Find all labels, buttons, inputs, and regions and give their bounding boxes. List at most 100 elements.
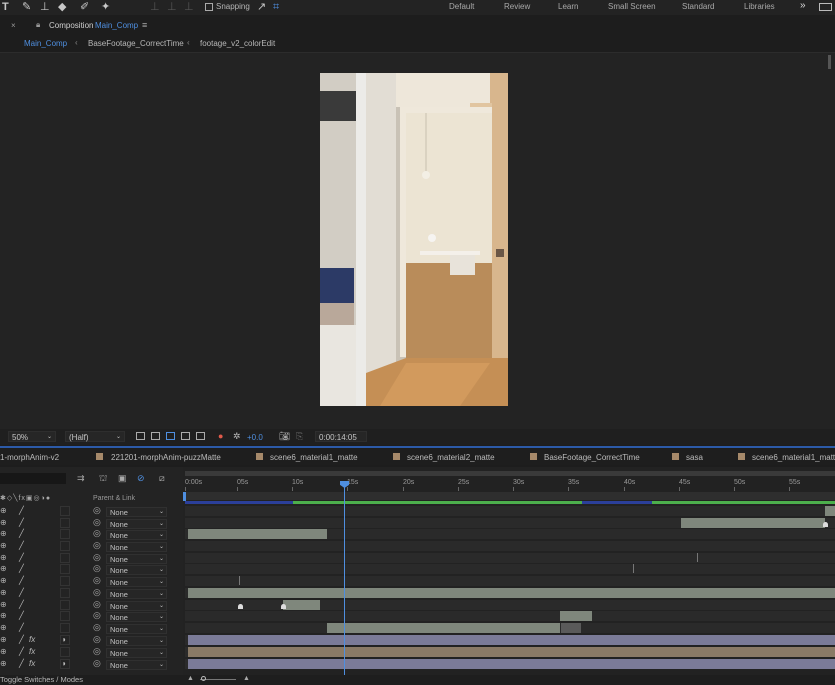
layer-row[interactable]: ⊕ ╱ ◎ None ⌄: [0, 540, 183, 553]
switch-cell[interactable]: [60, 659, 70, 669]
keyframe-marker[interactable]: [281, 604, 286, 609]
parent-dropdown[interactable]: None ⌄: [106, 542, 167, 552]
quality-slash-icon[interactable]: ╱: [19, 588, 24, 597]
quality-slash-icon[interactable]: ╱: [19, 541, 24, 550]
switch-cell[interactable]: [60, 564, 70, 574]
parent-dropdown[interactable]: None ⌄: [106, 554, 167, 564]
workspace-review[interactable]: Review: [504, 2, 530, 11]
switch-cell[interactable]: [60, 529, 70, 539]
timeline-zoom-thumb[interactable]: [201, 676, 206, 681]
timeline-tab-basefootage[interactable]: BaseFootage_CorrectTime: [544, 453, 640, 462]
exposure-icon[interactable]: ✲: [233, 431, 241, 442]
breadcrumb-base-footage[interactable]: BaseFootage_CorrectTime: [88, 39, 184, 48]
pick-whip-icon[interactable]: ◎: [93, 599, 101, 610]
panel-menu-icon[interactable]: ≡: [142, 20, 147, 30]
color-channels-icon[interactable]: ●: [218, 431, 223, 441]
shy-toggle-icon[interactable]: ⊕: [0, 623, 7, 632]
layer-duration-bar[interactable]: [188, 659, 835, 669]
quality-slash-icon[interactable]: ╱: [19, 518, 24, 527]
brush-tool-icon[interactable]: ✎: [22, 1, 31, 13]
type-tool-icon[interactable]: T: [2, 1, 9, 13]
parent-dropdown[interactable]: None ⌄: [106, 648, 167, 658]
layer-row[interactable]: ⊕ ╱ ◎ None ⌄: [0, 587, 183, 600]
toggle-switches-modes-button[interactable]: Toggle Switches / Modes: [0, 675, 83, 684]
pick-whip-icon[interactable]: ◎: [93, 646, 101, 657]
shy-toggle-icon[interactable]: ⊕: [0, 564, 7, 573]
switch-cell[interactable]: [60, 541, 70, 551]
layer-duration-bar[interactable]: [188, 635, 835, 645]
switch-cell[interactable]: [60, 635, 70, 645]
quality-slash-icon[interactable]: ╱: [19, 600, 24, 609]
timeline-row[interactable]: [185, 553, 835, 563]
timeline-row[interactable]: [185, 541, 835, 551]
zoom-out-icon[interactable]: ▲: [187, 675, 194, 682]
fast-previews-icon[interactable]: [136, 432, 145, 440]
comp-mini-flowchart-icon[interactable]: ⇉: [77, 473, 85, 484]
snap-option-icon[interactable]: ↗: [257, 1, 266, 13]
guides-icon[interactable]: [196, 432, 205, 440]
parent-dropdown[interactable]: None ⌄: [106, 565, 167, 575]
effects-toggle[interactable]: fx: [29, 659, 35, 668]
pick-whip-icon[interactable]: ◎: [93, 634, 101, 645]
layer-duration-bar[interactable]: [188, 529, 327, 539]
layer-row[interactable]: ⊕ ╱ ◎ None ⌄: [0, 563, 183, 576]
pick-whip-icon[interactable]: ◎: [93, 540, 101, 551]
effects-toggle[interactable]: fx: [29, 647, 35, 656]
timeline-row[interactable]: [185, 611, 835, 621]
layer-row[interactable]: ⊕ ╱ ◎ None ⌄: [0, 505, 183, 518]
layer-duration-bar[interactable]: [327, 623, 560, 633]
shy-toggle-icon[interactable]: ⊕: [0, 529, 7, 538]
transparency-grid-icon[interactable]: [151, 432, 160, 440]
switch-cell[interactable]: [60, 518, 70, 528]
layer-row[interactable]: ⊕ ╱ fx ◑ ◎ None ⌄: [0, 634, 183, 647]
layer-duration-bar[interactable]: [561, 623, 581, 633]
quality-slash-icon[interactable]: ╱: [19, 623, 24, 632]
current-time-display[interactable]: 0:00:14:05: [315, 431, 367, 442]
switch-cell[interactable]: [60, 576, 70, 586]
parent-dropdown[interactable]: None ⌄: [106, 519, 167, 529]
layer-row[interactable]: ⊕ ╱ fx ◑ ◎ None ⌄: [0, 658, 183, 671]
workspace-learn[interactable]: Learn: [558, 2, 578, 11]
timeline-tab-puzzmatte[interactable]: 221201-morphAnim-puzzMatte: [111, 453, 221, 462]
layer-row[interactable]: ⊕ ╱ fx ◎ None ⌄: [0, 646, 183, 659]
quality-slash-icon[interactable]: ╱: [19, 659, 24, 668]
shy-toggle-icon[interactable]: ⊕: [0, 588, 7, 597]
mask-visibility-icon[interactable]: [166, 432, 175, 440]
pick-whip-icon[interactable]: ◎: [93, 517, 101, 528]
zoom-dropdown[interactable]: 50% ⌄: [8, 431, 56, 442]
timeline-tab-material2-matte[interactable]: scene6_material2_matte: [407, 453, 495, 462]
layer-duration-bar[interactable]: [560, 611, 592, 621]
time-navigator-bar[interactable]: [185, 471, 835, 476]
timeline-row[interactable]: [185, 506, 835, 516]
breadcrumb-main-comp[interactable]: Main_Comp: [24, 39, 67, 48]
workspace-libraries[interactable]: Libraries: [744, 2, 775, 11]
effects-toggle[interactable]: fx: [29, 635, 35, 644]
pick-whip-icon[interactable]: ◎: [93, 575, 101, 586]
clone-stamp-tool-icon[interactable]: ⊥: [40, 1, 50, 13]
lock-icon[interactable]: 🔒︎: [36, 20, 40, 30]
quality-slash-icon[interactable]: ╱: [19, 647, 24, 656]
parent-dropdown[interactable]: None ⌄: [106, 601, 167, 611]
shy-toggle-icon[interactable]: ⊕: [0, 611, 7, 620]
workspace-standard[interactable]: Standard: [682, 2, 714, 11]
pick-whip-icon[interactable]: ◎: [93, 587, 101, 598]
playhead-line[interactable]: [344, 482, 345, 675]
parent-dropdown[interactable]: None ⌄: [106, 624, 167, 634]
snapping-checkbox[interactable]: [205, 3, 213, 11]
show-snapshot-icon[interactable]: ⎘: [296, 431, 303, 442]
puppet-pin-tool-icon[interactable]: ✦: [101, 1, 110, 13]
switch-cell[interactable]: [60, 553, 70, 563]
work-area-start-handle[interactable]: [183, 492, 186, 501]
pick-whip-icon[interactable]: ◎: [93, 658, 101, 669]
layer-duration-bar[interactable]: [825, 506, 835, 516]
snap-edges-icon[interactable]: ⌗: [273, 1, 279, 13]
switch-cell[interactable]: [60, 600, 70, 610]
switch-cell[interactable]: [60, 588, 70, 598]
layer-row[interactable]: ⊕ ╱ ◎ None ⌄: [0, 610, 183, 623]
parent-dropdown[interactable]: None ⌄: [106, 530, 167, 540]
switch-cell[interactable]: [60, 611, 70, 621]
timeline-row[interactable]: [185, 576, 835, 586]
timeline-row[interactable]: [185, 564, 835, 574]
timeline-tab-morphanim[interactable]: 1-morphAnim-v2: [0, 453, 59, 462]
pick-whip-icon[interactable]: ◎: [93, 552, 101, 563]
